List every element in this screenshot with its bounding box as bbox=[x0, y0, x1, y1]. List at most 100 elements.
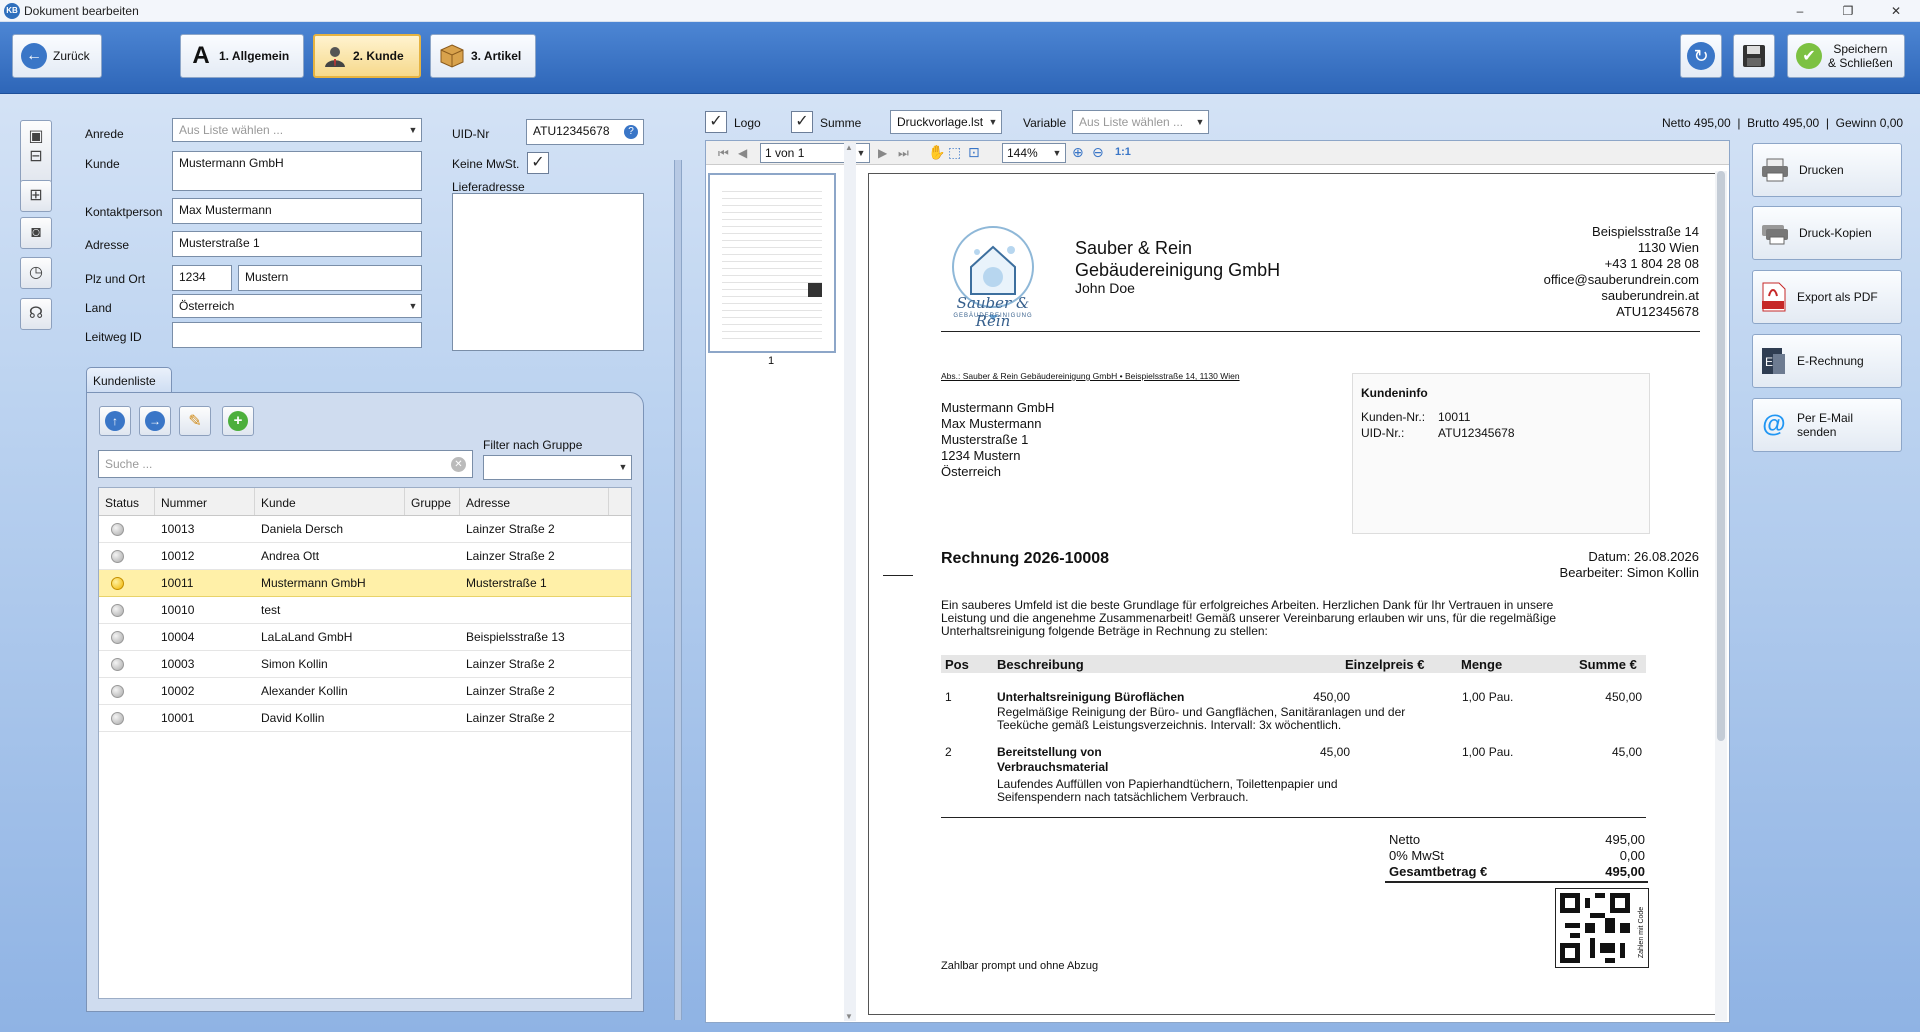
zoom-select[interactable]: 144% ▼ bbox=[1002, 143, 1066, 163]
maximize-button[interactable]: ❐ bbox=[1828, 0, 1868, 22]
adresse-field[interactable]: Musterstraße 1 bbox=[172, 231, 422, 257]
land-select[interactable]: Österreich ▼ bbox=[172, 294, 422, 318]
uid-field[interactable]: ATU12345678 ? bbox=[526, 119, 644, 145]
select-tool-icon[interactable]: ⬚ bbox=[948, 144, 961, 161]
e-rechnung-label: E-Rechnung bbox=[1797, 354, 1864, 368]
leitweg-field[interactable] bbox=[172, 322, 422, 348]
table-row[interactable]: 10011 Mustermann GmbH Musterstraße 1 bbox=[99, 570, 631, 597]
zoom-in-icon[interactable]: ⊕ bbox=[1072, 144, 1084, 161]
report-preview: ⏮ ◀ 1 von 1 ▼ ▶ ⏭ ✋ ⬚ ⊡ 144% ▼ ⊕ ⊖ 1:1 1… bbox=[705, 140, 1730, 1023]
mwst-value: 0,00 bbox=[1619, 848, 1645, 863]
lieferadresse-field[interactable] bbox=[452, 193, 644, 351]
table-row[interactable]: 10002 Alexander Kollin Lainzer Straße 2 bbox=[99, 678, 631, 705]
box-icon[interactable]: ▣ bbox=[21, 127, 51, 147]
item-sum: 450,00 bbox=[1605, 690, 1642, 704]
scroll-thumb[interactable] bbox=[1717, 171, 1725, 741]
thumbnail-scrollbar[interactable]: ▲ ▼ bbox=[844, 143, 856, 1021]
hand-tool-icon[interactable]: ✋ bbox=[928, 144, 945, 161]
zoom-reset-button[interactable]: 1:1 bbox=[1115, 146, 1131, 158]
tab-kunde[interactable]: 2. Kunde bbox=[313, 34, 421, 78]
header-pos: Pos bbox=[945, 657, 969, 672]
summe-label: Summe bbox=[820, 116, 862, 130]
tab-allgemein-label: 1. Allgemein bbox=[219, 49, 290, 63]
tab-kundenliste[interactable]: Kundenliste bbox=[86, 367, 172, 392]
summe-checkbox[interactable]: ✓ bbox=[791, 111, 813, 133]
search-input[interactable]: Suche ... ✕ bbox=[98, 450, 473, 478]
back-button[interactable]: ← Zurück bbox=[12, 34, 102, 78]
edit-button[interactable]: ✎ bbox=[179, 406, 211, 436]
kontakt-field[interactable]: Max Mustermann bbox=[172, 198, 422, 224]
tab-allgemein[interactable]: A 1. Allgemein bbox=[180, 34, 304, 78]
ort-field[interactable]: Mustern bbox=[238, 265, 422, 291]
item-pos: 1 bbox=[945, 690, 952, 704]
export-pdf-button[interactable]: Export als PDF bbox=[1752, 270, 1902, 324]
prev-page-icon[interactable]: ◀ bbox=[738, 146, 747, 160]
minimize-button[interactable]: – bbox=[1780, 0, 1820, 22]
close-button[interactable]: ✕ bbox=[1876, 0, 1916, 22]
plz-field[interactable]: 1234 bbox=[172, 265, 232, 291]
cell-adresse: Lainzer Straße 2 bbox=[466, 522, 555, 536]
tab-artikel[interactable]: 3. Artikel bbox=[430, 34, 536, 78]
save-button[interactable] bbox=[1733, 34, 1775, 78]
kunde-field[interactable]: Mustermann GmbH bbox=[172, 151, 422, 191]
land-label: Land bbox=[85, 301, 112, 315]
first-page-icon[interactable]: ⏮ bbox=[718, 146, 729, 161]
window-title: Dokument bearbeiten bbox=[24, 4, 139, 18]
add-customer-button[interactable]: + bbox=[222, 406, 254, 436]
template-select[interactable]: Druckvorlage.lst ▼ bbox=[890, 110, 1002, 134]
keine-mwst-checkbox[interactable]: ✓ bbox=[527, 152, 549, 174]
col-nummer[interactable]: Nummer bbox=[155, 488, 255, 515]
cell-kunde: LaLaLand GmbH bbox=[261, 630, 353, 644]
zoom-tool-icon[interactable]: ⊡ bbox=[968, 144, 980, 161]
splitter-handle[interactable] bbox=[674, 160, 682, 1020]
col-adresse[interactable]: Adresse bbox=[460, 488, 609, 515]
arrow-up-icon: ↑ bbox=[105, 411, 125, 431]
move-up-button[interactable]: ↑ bbox=[99, 406, 131, 436]
header-divider bbox=[941, 331, 1700, 332]
headset-icon[interactable]: ☊ bbox=[20, 298, 52, 330]
cell-nummer: 10010 bbox=[161, 603, 195, 617]
table-row[interactable]: 10003 Simon Kollin Lainzer Straße 2 bbox=[99, 651, 631, 678]
lieferadresse-label: Lieferadresse bbox=[452, 180, 525, 194]
page-thumbnail[interactable] bbox=[708, 173, 836, 353]
print-copies-button[interactable]: Druck-Kopien bbox=[1752, 206, 1902, 260]
e-rechnung-button[interactable]: E E-Rechnung bbox=[1752, 334, 1902, 388]
header-menge: Menge bbox=[1461, 657, 1503, 672]
cell-nummer: 10001 bbox=[161, 711, 195, 725]
logo-checkbox[interactable]: ✓ bbox=[705, 111, 727, 133]
table-row[interactable]: 10001 David Kollin Lainzer Straße 2 bbox=[99, 705, 631, 732]
refresh-button[interactable]: ↻ bbox=[1680, 34, 1722, 78]
zoom-out-icon[interactable]: ⊖ bbox=[1092, 144, 1104, 161]
save-close-button[interactable]: ✔ Speichern & Schließen bbox=[1787, 34, 1905, 78]
filter-label: Filter nach Gruppe bbox=[483, 438, 583, 452]
variable-select[interactable]: Aus Liste wählen ... ▼ bbox=[1072, 110, 1209, 134]
camera-icon[interactable]: ◙ bbox=[20, 217, 52, 249]
help-icon[interactable]: ? bbox=[624, 125, 638, 139]
intro-text: Ein sauberes Umfeld ist die beste Grundl… bbox=[941, 599, 1556, 638]
table-row[interactable]: 10012 Andrea Ott Lainzer Straße 2 bbox=[99, 543, 631, 570]
next-page-icon[interactable]: ▶ bbox=[878, 146, 887, 160]
print-button[interactable]: Drucken bbox=[1752, 143, 1902, 197]
table-row[interactable]: 10013 Daniela Dersch Lainzer Straße 2 bbox=[99, 516, 631, 543]
add-icon[interactable]: ⊞ bbox=[20, 180, 52, 212]
kunde-label: Kunde bbox=[85, 157, 120, 171]
item-price: 45,00 bbox=[1319, 745, 1350, 759]
table-row[interactable]: 10010 test bbox=[99, 597, 631, 624]
anrede-select[interactable]: Aus Liste wählen ... ▼ bbox=[172, 118, 422, 142]
col-kunde[interactable]: Kunde bbox=[255, 488, 405, 515]
scroll-up-icon[interactable]: ▲ bbox=[845, 143, 853, 152]
col-gruppe[interactable]: Gruppe bbox=[405, 488, 460, 515]
tab-kunde-label: 2. Kunde bbox=[353, 49, 404, 63]
col-status[interactable]: Status bbox=[99, 488, 155, 515]
move-right-button[interactable]: → bbox=[139, 406, 171, 436]
clear-icon[interactable]: ✕ bbox=[451, 457, 466, 472]
status-dot-icon bbox=[111, 630, 124, 644]
email-button[interactable]: @ Per E-Mail senden bbox=[1752, 398, 1902, 452]
gruppe-filter-select[interactable]: ▼ bbox=[483, 455, 632, 480]
scroll-down-icon[interactable]: ▼ bbox=[845, 1012, 853, 1021]
preview-scrollbar[interactable] bbox=[1715, 171, 1727, 1021]
minus-icon[interactable]: ⊟ bbox=[21, 147, 51, 167]
table-row[interactable]: 10004 LaLaLand GmbH Beispielsstraße 13 bbox=[99, 624, 631, 651]
clock-icon[interactable]: ◷ bbox=[20, 257, 52, 289]
last-page-icon[interactable]: ⏭ bbox=[898, 146, 909, 161]
